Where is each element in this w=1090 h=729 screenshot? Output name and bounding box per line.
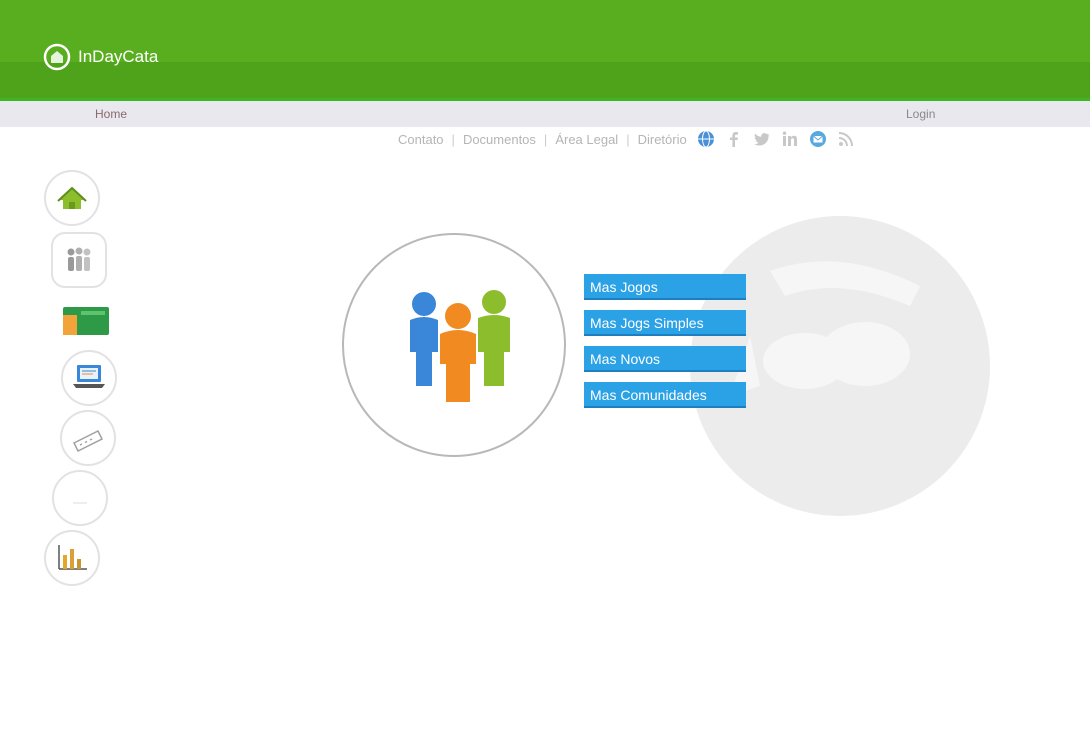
nav-link-area-legal[interactable]: Área Legal xyxy=(555,132,618,147)
nav-separator: | xyxy=(543,131,548,147)
sidebar-item-home[interactable] xyxy=(44,170,100,226)
nav-link-diretorio[interactable]: Diretório xyxy=(638,132,687,147)
logo[interactable]: InDayCata xyxy=(42,42,158,72)
sidebar-item-chart[interactable] xyxy=(44,530,100,586)
people-group-icon xyxy=(410,290,510,402)
sidebar-item-laptop[interactable] xyxy=(61,350,117,406)
email-icon[interactable] xyxy=(809,130,827,148)
people-icon xyxy=(67,247,91,271)
logo-icon xyxy=(43,43,71,71)
sidebar-item-card[interactable] xyxy=(58,292,114,348)
breadcrumb-bar: Home Login xyxy=(0,101,1090,127)
linkedin-icon[interactable] xyxy=(781,130,799,148)
nav-link-contato[interactable]: Contato xyxy=(398,132,444,147)
facebook-icon[interactable] xyxy=(725,130,743,148)
bar-chart-icon xyxy=(58,545,87,570)
globe-icon[interactable] xyxy=(697,130,715,148)
sidebar-item-blank[interactable] xyxy=(52,470,108,526)
blank-icon xyxy=(73,502,87,504)
top-header xyxy=(0,0,1090,98)
people-circle xyxy=(342,233,566,457)
social-links xyxy=(697,130,855,148)
menu-button-mas-jogos[interactable]: Mas Jogos xyxy=(584,274,746,300)
rss-icon[interactable] xyxy=(837,130,855,148)
login-link[interactable]: Login xyxy=(906,107,935,121)
menu-button-mas-jogs-simples[interactable]: Mas Jogs Simples xyxy=(584,310,746,336)
ticket-icon xyxy=(72,429,104,453)
laptop-icon xyxy=(73,365,105,388)
nav-link-documentos[interactable]: Documentos xyxy=(463,132,536,147)
nav-separator: | xyxy=(451,131,455,147)
sidebar-item-people[interactable] xyxy=(51,232,107,288)
top-nav: Contato | Documentos | Área Legal | Dire… xyxy=(398,130,855,148)
logo-text: InDayCata xyxy=(78,47,159,66)
menu-button-mas-comunidades[interactable]: Mas Comunidades xyxy=(584,382,746,408)
menu-button-mas-novos[interactable]: Mas Novos xyxy=(584,346,746,372)
nav-separator: | xyxy=(626,131,630,147)
card-icon xyxy=(63,307,109,335)
sidebar-item-ticket[interactable] xyxy=(60,410,116,466)
home-icon xyxy=(57,186,87,209)
breadcrumb-home[interactable]: Home xyxy=(95,107,127,121)
twitter-icon[interactable] xyxy=(753,130,771,148)
